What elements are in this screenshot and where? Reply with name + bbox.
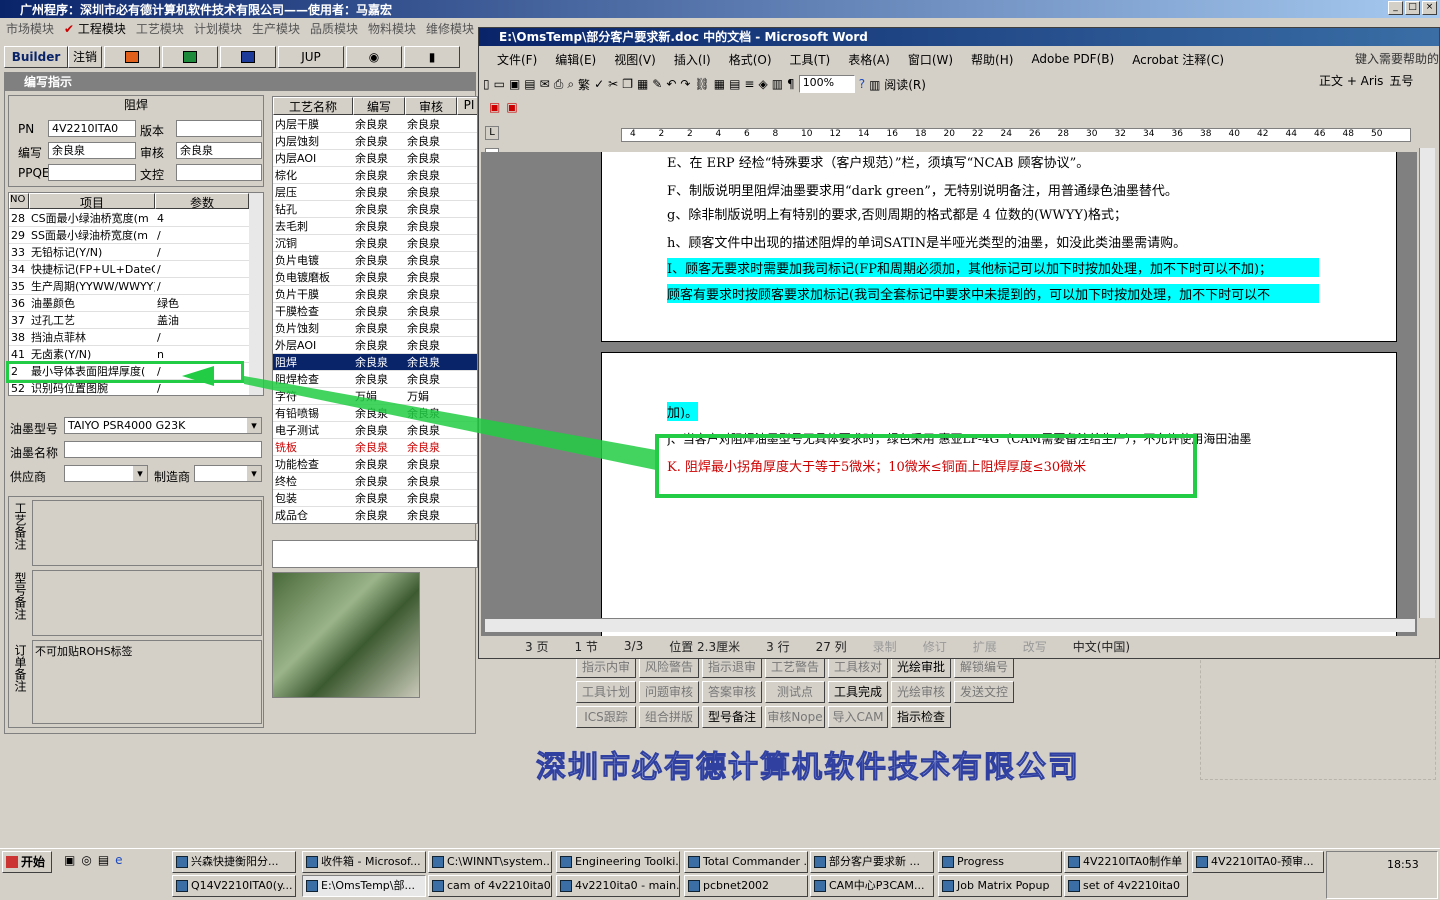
taskbar-button[interactable]: pcbnet2002 xyxy=(684,875,808,897)
taskbar-button[interactable]: Q14V2210ITA0(y... xyxy=(172,875,296,897)
system-tray: 18:53 xyxy=(1326,851,1438,899)
taskbar-button-label: 4V2210ITA0-预审... xyxy=(1211,855,1314,868)
taskbar-button[interactable]: 收件箱 - Microsof... xyxy=(302,851,426,873)
app-icon xyxy=(560,880,572,892)
taskbar-button[interactable]: 部分客户要求新 ... xyxy=(810,851,934,873)
taskbar-button-label: 兴森快捷衡阳分... xyxy=(191,855,279,868)
taskbar-button[interactable]: set of 4v2210ita0 xyxy=(1064,875,1188,897)
taskbar-button[interactable]: E:\OmsTemp\部... xyxy=(302,875,426,897)
clock[interactable]: 18:53 xyxy=(1387,858,1419,871)
taskbar-button-label: Job Matrix Popup xyxy=(957,879,1050,892)
taskbar-button[interactable]: Engineering Toolki... xyxy=(556,851,680,873)
taskbar: 开始 ▣ ◎ ▤ e 兴森快捷衡阳分... 收件箱 - Microsof... C:\WI… xyxy=(0,848,1440,900)
taskbar-button-label: pcbnet2002 xyxy=(703,879,770,892)
taskbar-button-label: Progress xyxy=(957,855,1004,868)
windows-icon xyxy=(6,856,18,868)
taskbar-button[interactable]: 4v2210ita0 - main... xyxy=(556,875,680,897)
app-icon xyxy=(942,856,954,868)
ie-icon[interactable]: e xyxy=(115,853,122,867)
app-icon xyxy=(814,880,826,892)
taskbar-button-label: Engineering Toolki... xyxy=(575,855,680,868)
taskbar-button-label: 部分客户要求新 ... xyxy=(829,855,920,868)
taskbar-button[interactable]: Total Commander ... xyxy=(684,851,808,873)
taskbar-button-label: CAM中心P3CAM... xyxy=(829,879,925,892)
app-icon xyxy=(1196,856,1208,868)
app-icon xyxy=(306,856,318,868)
taskbar-button[interactable]: 4V2210ITA0制作单 xyxy=(1064,851,1188,873)
explorer-icon[interactable]: ▤ xyxy=(98,853,109,867)
app-icon xyxy=(1068,856,1080,868)
desktop-icon[interactable]: ▣ xyxy=(64,853,75,867)
start-button[interactable]: 开始 xyxy=(2,851,52,873)
taskbar-button[interactable]: Progress xyxy=(938,851,1062,873)
app-icon xyxy=(560,856,572,868)
app-icon xyxy=(176,880,188,892)
app-icon xyxy=(688,856,700,868)
app-icon xyxy=(814,856,826,868)
app-icon xyxy=(1068,880,1080,892)
app-icon xyxy=(942,880,954,892)
taskbar-button-label: set of 4v2210ita0 xyxy=(1083,879,1181,892)
outlook-icon[interactable]: ◎ xyxy=(81,853,91,867)
app-icon xyxy=(432,856,444,868)
app-icon xyxy=(688,880,700,892)
callout-arrow xyxy=(182,366,656,470)
taskbar-button-label: Q14V2210ITA0(y... xyxy=(191,879,293,892)
taskbar-button[interactable]: CAM中心P3CAM... xyxy=(810,875,934,897)
taskbar-button-label: 4v2210ita0 - main... xyxy=(575,879,680,892)
app-icon xyxy=(432,880,444,892)
app-icon xyxy=(306,880,318,892)
taskbar-button[interactable]: C:\WINNT\system... xyxy=(428,851,552,873)
taskbar-button-label: C:\WINNT\system... xyxy=(447,855,552,868)
taskbar-button-label: E:\OmsTemp\部... xyxy=(321,879,415,892)
taskbar-button[interactable]: cam of 4v2210ita0 xyxy=(428,875,552,897)
taskbar-button[interactable]: 兴森快捷衡阳分... xyxy=(172,851,296,873)
taskbar-button-label: Total Commander ... xyxy=(703,855,808,868)
quick-launch: ▣ ◎ ▤ e xyxy=(64,853,123,867)
app-icon xyxy=(176,856,188,868)
taskbar-button[interactable]: Job Matrix Popup xyxy=(938,875,1062,897)
taskbar-button-label: 收件箱 - Microsof... xyxy=(321,855,421,868)
taskbar-button[interactable]: 4V2210ITA0-预审... xyxy=(1192,851,1324,873)
taskbar-button-label: 4V2210ITA0制作单 xyxy=(1083,855,1183,868)
taskbar-button-label: cam of 4v2210ita0 xyxy=(447,879,551,892)
